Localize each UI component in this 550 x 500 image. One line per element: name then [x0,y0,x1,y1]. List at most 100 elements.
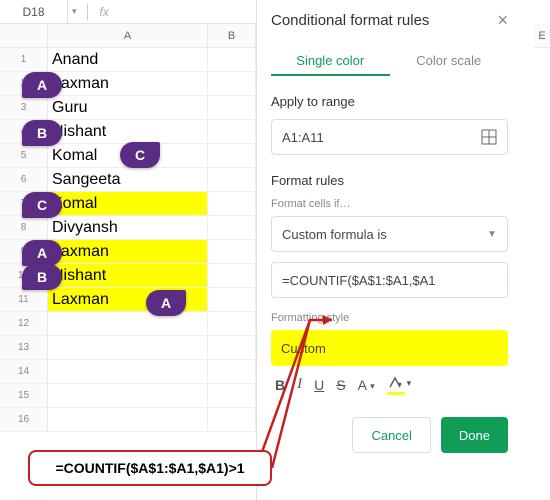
table-row[interactable]: 16 [0,408,256,432]
cell-a[interactable]: Guru [48,96,208,120]
cell-b[interactable] [208,48,256,72]
row-header[interactable]: 1 [0,48,48,72]
cell-a[interactable]: Laxman [48,240,208,264]
panel-title: Conditional format rules × [271,10,508,31]
strike-button[interactable]: S [336,377,345,393]
fill-color-button[interactable]: ▾ [387,376,405,393]
table-row[interactable]: 13 [0,336,256,360]
cell-b[interactable] [208,192,256,216]
table-row[interactable]: 15 [0,384,256,408]
cell-a[interactable]: Anand [48,48,208,72]
cell-b[interactable] [208,240,256,264]
cell-a[interactable]: Laxman [48,72,208,96]
select-all-corner[interactable] [0,24,48,48]
cell-b[interactable] [208,72,256,96]
format-rules-label: Format rules [271,173,508,188]
style-preview[interactable]: Custom [271,330,508,366]
annotation-badge: A [146,290,186,316]
annotation-badge: A [22,72,62,98]
done-button[interactable]: Done [441,417,508,453]
cell-b[interactable] [208,336,256,360]
formatting-style-label: Formatting style [271,312,508,324]
cell-b[interactable] [208,264,256,288]
divider [87,4,88,20]
grid-select-icon[interactable] [481,129,497,145]
table-row[interactable]: 3Guru [0,96,256,120]
row-header[interactable]: 11 [0,288,48,312]
table-row[interactable]: 1Anand [0,48,256,72]
annotation-badge: C [22,192,62,218]
text-color-button[interactable]: A ▾ [358,377,375,393]
cell-b[interactable] [208,408,256,432]
cell-b[interactable] [208,384,256,408]
cell-b[interactable] [208,120,256,144]
annotation-badge: A [22,240,62,266]
cell-b[interactable] [208,312,256,336]
custom-formula-input[interactable]: =COUNTIF($A$1:$A1,$A1 [271,262,508,298]
format-cells-if-label: Format cells if… [271,198,508,210]
row-header[interactable]: 13 [0,336,48,360]
chevron-down-icon: ▼ [487,229,497,240]
cell-a[interactable] [48,408,208,432]
col-header-e[interactable]: E [534,24,550,48]
cell-a[interactable] [48,360,208,384]
cell-b[interactable] [208,168,256,192]
dropdown-icon[interactable]: ▾ [68,6,81,17]
annotation-badge: C [120,142,160,168]
cell-b[interactable] [208,360,256,384]
italic-button[interactable]: I [297,376,302,393]
row-header[interactable]: 14 [0,360,48,384]
table-row[interactable]: 6Sangeeta [0,168,256,192]
tab-single-color[interactable]: Single color [271,47,390,76]
col-header-a[interactable]: A [48,24,208,48]
panel-tabs: Single color Color scale [271,47,508,76]
underline-button[interactable]: U [314,377,324,393]
formula-callout: =COUNTIF($A$1:$A1,$A1)>1 [28,450,272,486]
row-header[interactable]: 8 [0,216,48,240]
fx-label: fx [94,5,109,19]
format-condition-select[interactable]: Custom formula is ▼ [271,216,508,252]
cancel-button[interactable]: Cancel [352,417,430,453]
custom-formula-value: =COUNTIF($A$1:$A1,$A1 [282,273,436,288]
range-value: A1:A11 [282,130,324,145]
table-row[interactable]: 14 [0,360,256,384]
cell-a[interactable]: Komal [48,192,208,216]
tab-color-scale[interactable]: Color scale [390,47,509,76]
row-header[interactable]: 5 [0,144,48,168]
panel-title-text: Conditional format rules [271,12,429,29]
cell-b[interactable] [208,96,256,120]
format-condition-value: Custom formula is [282,227,387,242]
row-header[interactable]: 15 [0,384,48,408]
annotation-badge: B [22,264,62,290]
format-toolbar: B I U S A ▾ ▾ [271,372,508,397]
cell-b[interactable] [208,144,256,168]
annotation-badge: B [22,120,62,146]
cell-a[interactable]: Divyansh [48,216,208,240]
row-header[interactable]: 3 [0,96,48,120]
cell-a[interactable] [48,312,208,336]
table-row[interactable]: 8Divyansh [0,216,256,240]
conditional-format-panel: Conditional format rules × Single color … [256,0,522,500]
col-header-b[interactable]: B [208,24,256,48]
cell-reference[interactable]: D18 [0,0,68,23]
formula-callout-text: =COUNTIF($A$1:$A1,$A1)>1 [55,460,244,476]
range-input[interactable]: A1:A11 [271,119,508,155]
apply-to-range-label: Apply to range [271,94,508,109]
cell-b[interactable] [208,288,256,312]
row-header[interactable]: 16 [0,408,48,432]
cell-a[interactable]: Nishant [48,264,208,288]
cell-a[interactable] [48,384,208,408]
cell-a[interactable] [48,336,208,360]
cell-a[interactable]: Sangeeta [48,168,208,192]
row-header[interactable]: 6 [0,168,48,192]
cell-a[interactable]: Nishant [48,120,208,144]
formula-bar: D18 ▾ fx [0,0,256,24]
close-icon[interactable]: × [497,10,508,31]
bold-button[interactable]: B [275,377,285,393]
table-row[interactable]: 12 [0,312,256,336]
table-row[interactable]: 11Laxman [0,288,256,312]
panel-buttons: Cancel Done [271,417,508,453]
row-header[interactable]: 12 [0,312,48,336]
style-preview-text: Custom [281,341,326,356]
cell-b[interactable] [208,216,256,240]
